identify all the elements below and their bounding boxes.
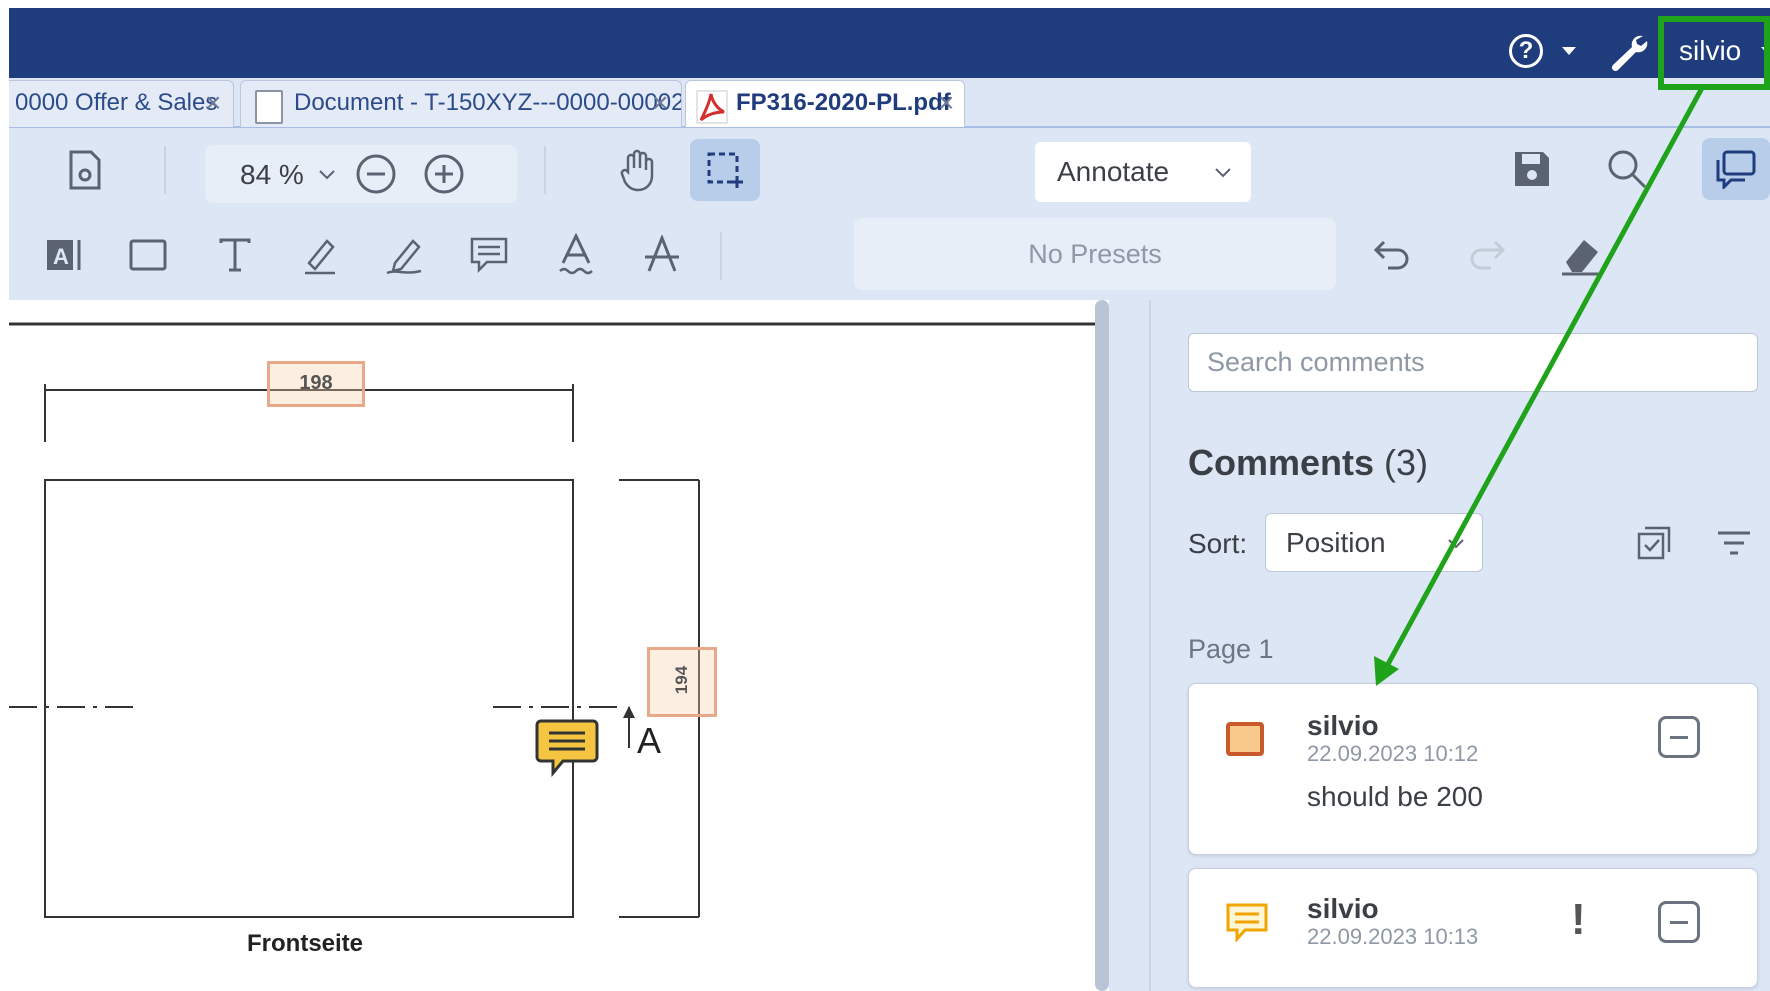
viewer-scrollbar[interactable] — [1095, 300, 1109, 991]
pan-hand-icon[interactable] — [613, 142, 663, 198]
close-icon[interactable]: × — [938, 81, 954, 125]
rectangle-annotation-icon — [1226, 722, 1264, 756]
zoom-out-icon[interactable] — [355, 153, 397, 195]
comment-date: 22.09.2023 10:12 — [1307, 741, 1479, 766]
search-comments-input[interactable]: Search comments — [1188, 333, 1758, 392]
app-root: ? silvio 0000 Offer & Sales × Document -… — [0, 0, 1770, 991]
eraser-icon[interactable] — [1557, 230, 1607, 280]
highlighter-icon[interactable] — [297, 232, 343, 278]
drawing-caption: Frontseite — [247, 930, 364, 957]
comments-panel: Search comments Comments (3) Sort: Posit… — [1149, 300, 1770, 991]
wrench-icon[interactable] — [1607, 32, 1651, 72]
save-icon[interactable] — [1509, 146, 1555, 192]
presets-panel: No Presets — [854, 218, 1336, 290]
sort-dropdown[interactable]: Position — [1265, 513, 1483, 572]
comments-count: (3) — [1384, 442, 1429, 483]
tab-label: FP316-2020-PL.pdf — [736, 89, 951, 116]
strikethrough-icon[interactable] — [639, 230, 685, 280]
technical-drawing — [9, 322, 1104, 918]
dimension-label: 198 — [299, 372, 333, 394]
rectangle-icon[interactable] — [125, 232, 171, 278]
comment-note-icon[interactable] — [466, 232, 512, 278]
close-icon[interactable]: × — [652, 81, 668, 125]
tab-label: 0000 Offer & Sales — [15, 89, 218, 116]
zoom-in-icon[interactable] — [423, 153, 465, 195]
search-placeholder: Search comments — [1207, 347, 1425, 377]
rectangle-annotation-194[interactable]: 194 — [647, 647, 717, 717]
toolbar-separator — [164, 146, 166, 194]
comment-date: 22.09.2023 10:13 — [1307, 924, 1479, 949]
chevron-down-icon[interactable] — [1448, 539, 1464, 549]
svg-text:A: A — [53, 244, 69, 269]
collapse-icon[interactable] — [1658, 901, 1700, 943]
toolbar-separator — [720, 232, 722, 280]
user-menu-highlight-box — [1658, 16, 1770, 90]
redo-icon[interactable] — [1464, 232, 1510, 278]
main-toolbar: 84 % Annotate — [9, 128, 1770, 212]
rectangle-annotation-198[interactable]: 198 — [267, 361, 365, 407]
document-viewer[interactable]: 198 194 A Frontseite — [9, 300, 1104, 991]
tab-pdf-active[interactable]: FP316-2020-PL.pdf × — [685, 80, 965, 127]
annotation-toolbar: A No Presets — [9, 212, 1770, 300]
page-group-label: Page 1 — [1188, 634, 1274, 664]
region-select-icon[interactable] — [690, 139, 760, 201]
search-icon[interactable] — [1604, 146, 1650, 192]
comments-title: Comments (3) — [1188, 442, 1428, 484]
zoom-level[interactable]: 84 % — [240, 159, 304, 191]
page-settings-icon[interactable] — [63, 148, 107, 192]
squiggly-text-icon[interactable] — [553, 230, 599, 280]
mode-value[interactable]: Annotate — [1057, 156, 1169, 187]
filter-icon[interactable] — [1711, 520, 1757, 566]
text-box-icon[interactable]: A — [41, 232, 87, 278]
note-annotation-icon[interactable] — [535, 717, 599, 781]
comment-text: should be 200 — [1307, 781, 1483, 812]
comment-card[interactable]: silvio 22.09.2023 10:13 ! — [1188, 868, 1758, 988]
help-menu-caret[interactable] — [1562, 47, 1576, 55]
close-icon[interactable]: × — [205, 81, 221, 125]
dimension-label: 194 — [672, 665, 691, 695]
sort-value[interactable]: Position — [1286, 527, 1386, 558]
tab-offer-sales[interactable]: 0000 Offer & Sales × — [9, 80, 234, 127]
top-bar: ? silvio — [9, 8, 1770, 78]
sort-label: Sort: — [1188, 528, 1248, 559]
section-marker: A — [637, 720, 662, 761]
collapse-icon[interactable] — [1658, 716, 1700, 758]
document-icon — [255, 90, 283, 124]
undo-icon[interactable] — [1369, 232, 1415, 278]
comments-title-label: Comments — [1188, 442, 1375, 483]
toolbar-separator — [544, 146, 546, 194]
pen-icon[interactable] — [381, 232, 427, 278]
zoom-control[interactable]: 84 % — [205, 145, 517, 203]
priority-icon: ! — [1571, 895, 1586, 944]
mode-dropdown[interactable]: Annotate — [1035, 142, 1251, 202]
tab-label: Document - T-150XYZ---0000-00002 — [294, 89, 682, 116]
tab-document[interactable]: Document - T-150XYZ---0000-00002 × — [240, 80, 682, 127]
pdf-icon — [696, 90, 728, 124]
note-annotation-icon — [1226, 903, 1268, 942]
comment-card[interactable]: silvio 22.09.2023 10:12 should be 200 — [1188, 683, 1758, 855]
splitter[interactable] — [1109, 300, 1149, 991]
tab-strip: 0000 Offer & Sales × Document - T-150XYZ… — [9, 78, 1770, 128]
chevron-down-icon[interactable] — [319, 170, 335, 180]
free-text-icon[interactable] — [212, 232, 258, 278]
comments-panel-icon[interactable] — [1702, 138, 1770, 200]
chevron-down-icon[interactable] — [1215, 168, 1231, 178]
help-icon[interactable]: ? — [1509, 34, 1543, 68]
comment-author: silvio — [1307, 710, 1379, 741]
comment-author: silvio — [1307, 893, 1379, 924]
multi-select-icon[interactable] — [1631, 520, 1677, 566]
